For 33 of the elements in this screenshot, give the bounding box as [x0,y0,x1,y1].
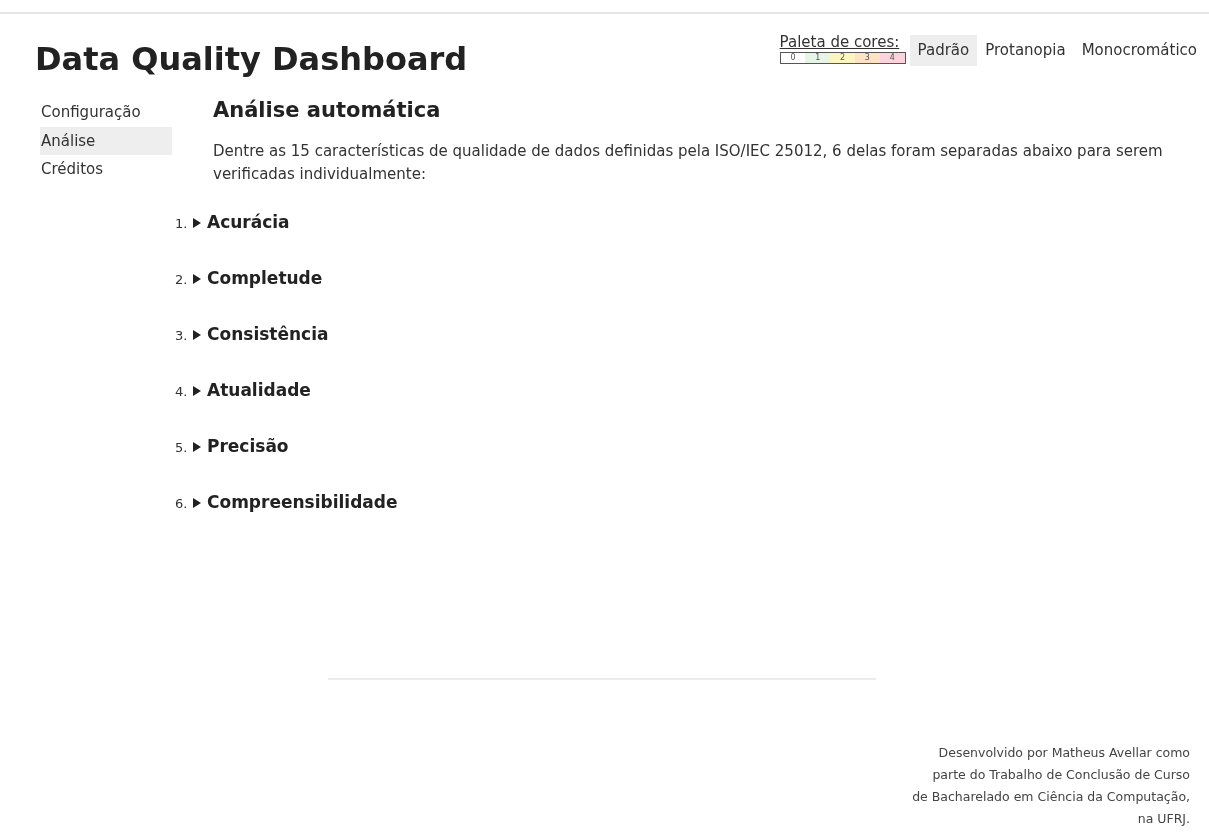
list-number: 4. [175,382,189,401]
sidebar-item[interactable]: Créditos [40,155,172,184]
caret-icon [192,273,202,284]
palette-label: Paleta de cores: [779,35,901,50]
page-title: Data Quality Dashboard [35,40,468,79]
scale-value: 4 [879,53,905,63]
list-number: 3. [175,326,189,345]
palette-option[interactable]: Protanopia [977,35,1074,66]
section-toggle[interactable]: Precisão [192,433,289,460]
list-number: 1. [175,214,189,233]
section-toggle[interactable]: Consistência [192,321,329,348]
caret-icon [192,329,202,340]
palette-option[interactable]: Padrão [909,35,978,66]
caret-icon [192,441,202,452]
section-toggle[interactable]: Completude [192,265,323,292]
footer-credits: Desenvolvido por Matheus Avellar como parte do Trabalho de Conclusão de Curso de Bacharelado em Ciência da Computação, na UFRJ. [911,743,1190,828]
section-heading: Análise automática [213,98,442,124]
list-number: 5. [175,438,189,457]
sidebar-item[interactable]: Configuração [40,98,172,127]
list-number: 6. [175,494,189,513]
list-number: 2. [175,270,189,289]
scale-value: 1 [805,53,831,63]
section-toggle[interactable]: Atualidade [192,377,311,404]
caret-icon [192,497,202,508]
scale-value: 3 [855,53,880,63]
scale-value: 2 [830,53,855,63]
caret-icon [192,385,202,396]
intro-paragraph: Dentre as 15 características de qualidade de dados definidas pela ISO/IEC 25012, 6 delas foram separadas abaixo para serem verificadas individualmente: [213,140,1164,185]
section-toggle[interactable]: Compreensibilidade [192,489,398,516]
palette-option[interactable]: Monocromático [1073,35,1205,66]
section-toggle[interactable]: Acurácia [192,209,290,236]
caret-icon [192,217,202,228]
sidebar-item[interactable]: Análise [40,126,172,156]
